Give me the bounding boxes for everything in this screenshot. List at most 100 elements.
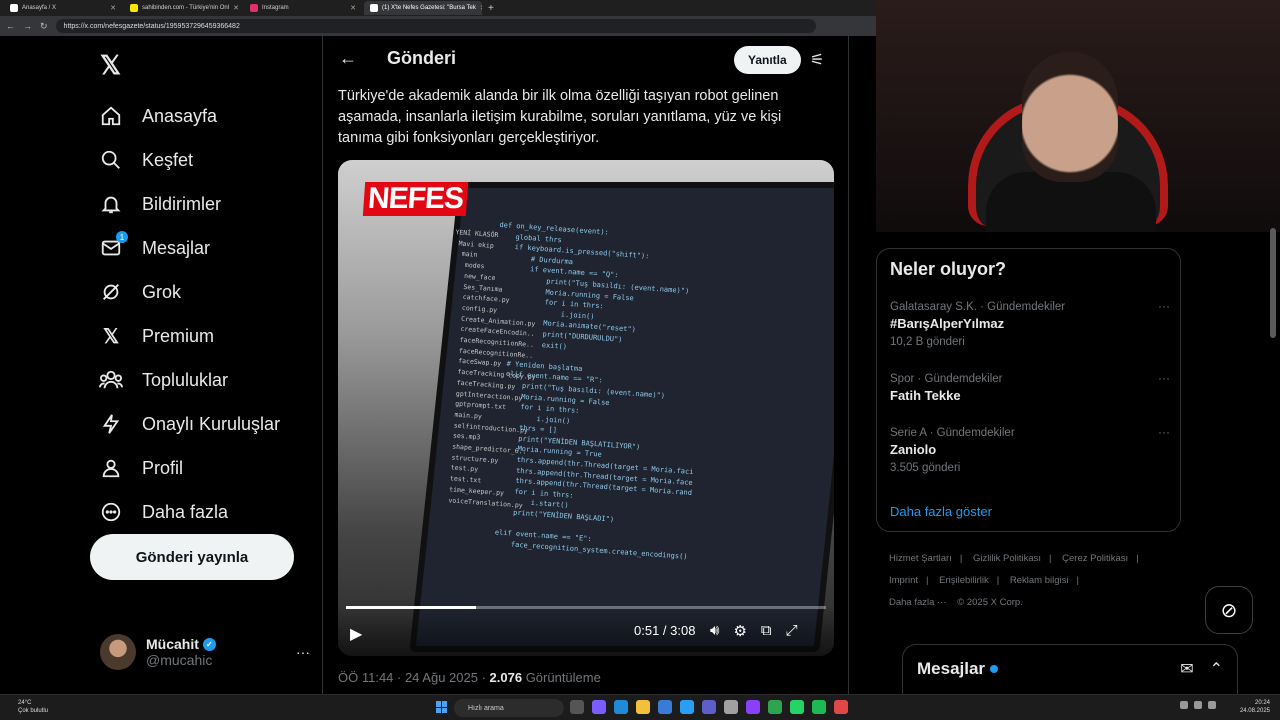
more-icon[interactable]: ···: [1158, 299, 1170, 313]
search-icon: [98, 147, 124, 173]
app-icon[interactable]: [570, 700, 584, 714]
app-icon[interactable]: [746, 700, 760, 714]
sidebar-item-grok[interactable]: Grok: [98, 270, 280, 314]
close-tab-icon[interactable]: ✕: [110, 4, 116, 12]
more-icon[interactable]: ···: [1158, 425, 1170, 439]
close-tab-icon[interactable]: ✕: [480, 4, 482, 12]
view-count: 2.076: [489, 670, 523, 685]
more-icon[interactable]: ···: [1158, 371, 1170, 385]
watermark-logo: NEFES: [362, 182, 469, 216]
tray-icon[interactable]: [1180, 701, 1188, 709]
page-title: Gönderi: [387, 48, 457, 68]
footer-link[interactable]: Çerez Politikası: [1062, 553, 1128, 564]
people-icon: [98, 367, 124, 393]
new-message-icon[interactable]: ✉: [1180, 659, 1193, 679]
app-icon[interactable]: [834, 700, 848, 714]
home-icon: [98, 103, 124, 129]
bell-icon: [98, 191, 124, 217]
scrollbar[interactable]: [1270, 228, 1276, 338]
trend-item[interactable]: Galatasaray S.K. · Gündemdekiler #BarışA…: [890, 299, 1170, 348]
streamer-face: [1022, 52, 1118, 182]
reply-button[interactable]: Yanıtla: [734, 46, 801, 74]
play-icon[interactable]: ▶: [350, 624, 362, 644]
footer-link[interactable]: Gizlilik Politikası: [973, 553, 1041, 564]
footer-links: Hizmet Şartları | Gizlilik Politikası | Çe…: [889, 553, 1139, 608]
video-progress-bar[interactable]: [346, 606, 826, 609]
explorer-icon[interactable]: [636, 700, 650, 714]
sidebar-item-verified-orgs[interactable]: Onaylı Kuruluşlar: [98, 402, 280, 446]
browser-tab[interactable]: sahibinden.com - Türkiye'nin Onl ✕: [124, 1, 242, 15]
video-controls: ▶ 0:51 / 3:08 🔊︎ ⚙ ⧉ ⤢: [338, 606, 834, 656]
address-bar: ← → ↻ https://x.com/nefesgazete/status/1…: [0, 16, 876, 36]
sidebar-item-messages[interactable]: 1 Mesajlar: [98, 226, 280, 270]
notification-badge: 1: [116, 231, 128, 243]
post-button[interactable]: Gönderi yayınla: [90, 534, 294, 580]
sidebar-item-profile[interactable]: Profil: [98, 446, 280, 490]
sidebar-item-premium[interactable]: 𝕏 Premium: [98, 314, 280, 358]
close-tab-icon[interactable]: ✕: [233, 4, 239, 12]
video-time: 0:51 / 3:08: [634, 623, 696, 638]
footer-link[interactable]: Imprint: [889, 575, 918, 586]
main-column: ← Gönderi Yanıtla ⚟ Türkiye'de akademik …: [322, 36, 849, 694]
taskbar-search[interactable]: Hızlı arama: [454, 699, 564, 717]
spotify-icon[interactable]: [812, 700, 826, 714]
messages-drawer[interactable]: Mesajlar ✉ ⌃: [902, 644, 1238, 694]
edge-icon[interactable]: [614, 700, 628, 714]
mail-icon: 1: [98, 231, 128, 261]
grok-floating-button[interactable]: ⊘: [1205, 586, 1253, 634]
back-arrow-icon[interactable]: ←: [339, 48, 357, 69]
webcam-overlay: [876, 0, 1280, 232]
volume-icon[interactable]: 🔊︎: [710, 622, 719, 640]
video-frame-code: def on_key_release(event): global thrs i…: [477, 220, 694, 561]
sidebar-item-communities[interactable]: Topluluklar: [98, 358, 280, 402]
sidebar-item-more[interactable]: Daha fazla: [98, 490, 280, 534]
chevron-up-icon[interactable]: ⌃: [1210, 659, 1223, 679]
footer-link[interactable]: Daha fazla ···: [889, 597, 947, 608]
pip-icon[interactable]: ⧉: [761, 622, 772, 640]
browser-tab[interactable]: Instagram ✕: [244, 1, 362, 15]
sidebar-item-home[interactable]: Anasayfa: [98, 94, 280, 138]
app-icon[interactable]: [592, 700, 606, 714]
more-circle-icon: [98, 499, 124, 525]
favicon-icon: [370, 4, 378, 12]
whatsapp-icon[interactable]: [790, 700, 804, 714]
tray-icon[interactable]: [1194, 701, 1202, 709]
app-icon[interactable]: [768, 700, 782, 714]
forward-arrow-icon[interactable]: →: [23, 21, 32, 31]
more-icon[interactable]: ···: [296, 644, 310, 660]
close-tab-icon[interactable]: ✕: [350, 4, 356, 12]
video-player[interactable]: YENİ KLASÖR Mavi ekip main modes new_fac…: [338, 160, 834, 656]
trend-item[interactable]: Serie A · Gündemdekiler Zaniolo 3.505 gö…: [890, 425, 1170, 474]
sidebar-nav: Anasayfa Keşfet Bildirimler 1 Mesajlar G…: [98, 94, 280, 534]
app-icon[interactable]: [658, 700, 672, 714]
back-arrow-icon[interactable]: ←: [6, 21, 15, 31]
fullscreen-icon[interactable]: ⤢: [786, 622, 798, 640]
footer-link[interactable]: Reklam bilgisi: [1010, 575, 1069, 586]
tray-icon[interactable]: [1208, 701, 1216, 709]
browser-tab-active[interactable]: (1) X'te Nefes Gazetesi: "Bursa Tek✕: [364, 1, 482, 15]
app-icon[interactable]: [680, 700, 694, 714]
start-icon[interactable]: [436, 701, 448, 713]
app-icon[interactable]: [724, 700, 738, 714]
settings-gear-icon[interactable]: ⚙: [733, 622, 746, 640]
app-icon[interactable]: [702, 700, 716, 714]
reload-icon[interactable]: ↻: [40, 21, 48, 32]
show-more-link[interactable]: Daha fazla göster: [890, 504, 992, 519]
sliders-icon[interactable]: ⚟: [810, 50, 824, 70]
footer-link[interactable]: Hizmet Şartları: [889, 553, 952, 564]
sidebar-item-explore[interactable]: Keşfet: [98, 138, 280, 182]
browser-tab[interactable]: Anasayfa / X ✕: [4, 1, 122, 15]
x-logo-icon[interactable]: 𝕏: [100, 50, 121, 81]
trend-item[interactable]: Spor · Gündemdekiler Fatih Tekke ···: [890, 371, 1170, 403]
account-switcher[interactable]: Mücahit ✓ @mucahic ···: [100, 634, 310, 670]
favicon-icon: [130, 4, 138, 12]
new-tab-icon[interactable]: +: [488, 3, 494, 14]
avatar: [100, 634, 136, 670]
url-input[interactable]: https://x.com/nefesgazete/status/1959537…: [55, 19, 816, 33]
clock[interactable]: 20:24 24.08.2025: [1240, 699, 1270, 715]
tweet-text: Türkiye'de akademik alanda bir ilk olma …: [338, 88, 782, 146]
favicon-icon: [10, 4, 18, 12]
sidebar-item-notifications[interactable]: Bildirimler: [98, 182, 280, 226]
weather-widget[interactable]: 24°C Çok bulutlu: [18, 699, 48, 715]
footer-link[interactable]: Erişilebilirlik: [939, 575, 989, 586]
